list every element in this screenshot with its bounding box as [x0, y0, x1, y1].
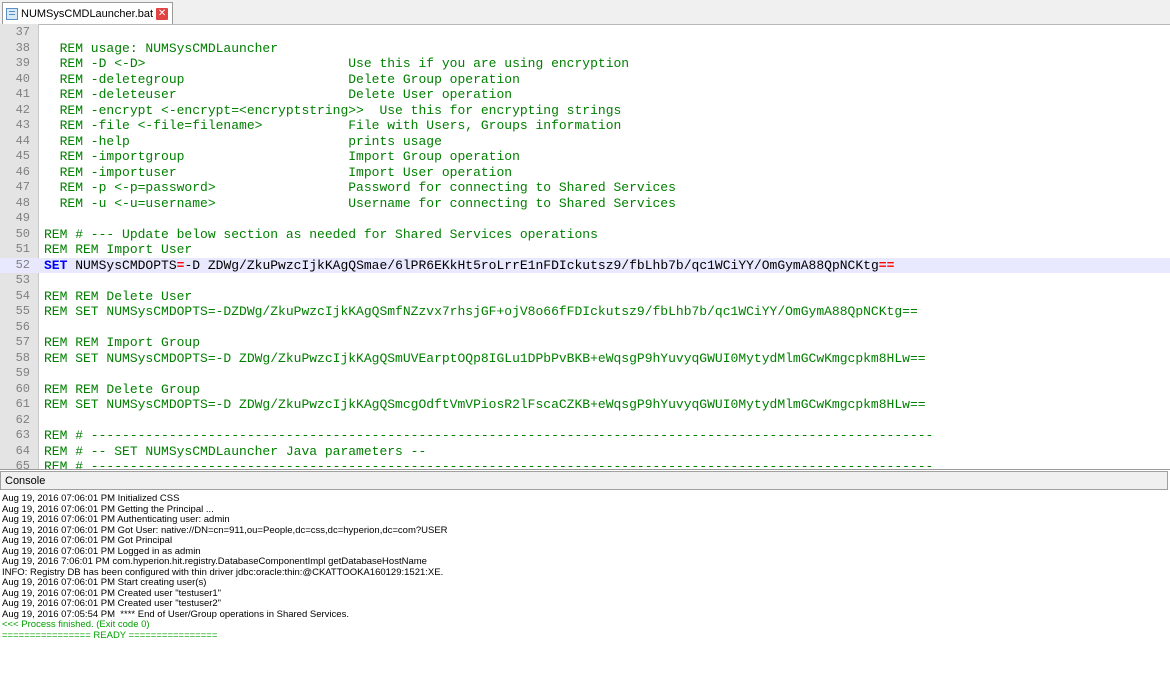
code-line[interactable]: 57 REM REM Import Group — [0, 335, 1170, 351]
line-number: 48 — [15, 195, 30, 210]
console-log-line: Aug 19, 2016 07:06:01 PM Got Principal — [2, 535, 173, 546]
console-log-line: Aug 19, 2016 07:06:01 PM Authenticating … — [2, 514, 230, 525]
console-log-line: Aug 19, 2016 07:06:01 PM Created user "t… — [2, 598, 222, 609]
code-line[interactable]: 45 REM -importgroup Import Group operati… — [0, 149, 1170, 165]
line-number: 53 — [15, 273, 30, 287]
close-tab-icon[interactable]: ✕ — [156, 7, 169, 20]
code-line[interactable]: 41 REM -deleteuser Delete User operation — [0, 87, 1170, 103]
code-text: REM -importgroup Import Group operation — [44, 149, 520, 164]
code-line[interactable]: 58 REM SET NUMSysCMDOPTS=-D ZDWg/ZkuPwzcI… — [0, 351, 1170, 367]
code-line[interactable]: 63 REM # --------------------------------… — [0, 428, 1170, 444]
code-line[interactable]: 49 — [0, 211, 1170, 227]
code-line[interactable]: 60 REM REM Delete Group — [0, 382, 1170, 398]
file-tab[interactable]: NUMSysCMDLauncher.bat ✕ — [2, 2, 174, 24]
code-text: REM REM Import Group — [44, 335, 201, 350]
code-text: REM REM Delete User — [44, 288, 193, 304]
code-line[interactable]: 46 REM -importuser Import User operation — [0, 165, 1170, 181]
console-log-line: Aug 19, 2016 07:06:01 PM Initialized CSS — [2, 493, 180, 504]
line-number: 40 — [15, 71, 30, 86]
code-text: REM usage: NUMSysCMDLauncher — [44, 40, 279, 56]
code-line[interactable]: 64 REM # -- SET NUMSysCMDLauncher Java pa… — [0, 444, 1170, 460]
console-log-line: Aug 19, 2016 7:06:01 PM com.hyperion.hit… — [2, 556, 427, 567]
code-line[interactable]: 53 — [0, 273, 1170, 289]
line-number: 56 — [15, 319, 30, 334]
code-text: REM # -- SET NUMSysCMDLauncher Java para… — [44, 443, 427, 459]
line-number: 43 — [15, 118, 30, 132]
line-number: 60 — [15, 381, 30, 396]
code-text: REM -u <-u=username> Username for connec… — [44, 195, 676, 211]
file-tab-label: NUMSysCMDLauncher.bat — [21, 7, 154, 20]
code-text: REM # --- Update below section as needed… — [44, 226, 598, 242]
code-line[interactable]: 37 — [0, 25, 1170, 41]
code-text: REM REM Import User — [44, 242, 193, 257]
line-number: 62 — [15, 412, 30, 427]
code-line[interactable]: 59 — [0, 366, 1170, 382]
line-number: 41 — [15, 87, 30, 101]
line-number: 51 — [15, 242, 30, 256]
line-number: 45 — [15, 149, 30, 163]
code-line[interactable]: 50 REM # --- Update below section as need… — [0, 227, 1170, 243]
code-text: REM -help prints usage — [44, 133, 442, 149]
line-number: 50 — [15, 226, 30, 241]
code-text: REM -importuser Import User operation — [44, 164, 513, 180]
code-line[interactable]: 65 REM # --------------------------------… — [0, 459, 1170, 470]
code-text: REM -D <-D> Use this if you are using en… — [44, 56, 630, 71]
code-text: REM -file <-file=filename> File with Use… — [44, 118, 622, 133]
code-editor[interactable]: 37 38 REM usage: NUMSysCMDLauncher 39 REM … — [0, 24, 1170, 470]
line-number: 57 — [15, 335, 30, 349]
line-number: 42 — [15, 102, 30, 117]
code-line[interactable]: 47 REM -p <-p=password> Password for con… — [0, 180, 1170, 196]
line-number: 46 — [15, 164, 30, 179]
line-number: 47 — [15, 180, 30, 194]
code-line[interactable]: 54 REM REM Delete User — [0, 289, 1170, 305]
code-line[interactable]: 40 REM -deletegroup Delete Group operati… — [0, 72, 1170, 88]
line-number: 49 — [15, 211, 30, 225]
code-line[interactable]: 42 REM -encrypt <-encrypt=<encryptstring… — [0, 103, 1170, 119]
line-number: 58 — [15, 350, 30, 365]
tab-bar: NUMSysCMDLauncher.bat ✕ — [0, 0, 1170, 25]
code-line[interactable]: 56 — [0, 320, 1170, 336]
code-text: REM -deleteuser Delete User operation — [44, 87, 513, 102]
code-text: REM SET NUMSysCMDOPTS=-DZDWg/ZkuPwzcIjkK… — [44, 304, 918, 319]
console-log-line: Aug 19, 2016 07:06:01 PM Start creating … — [2, 577, 207, 588]
code-line[interactable]: 39 REM -D <-D> Use this if you are using… — [0, 56, 1170, 72]
code-line[interactable]: 62 — [0, 413, 1170, 429]
code-text: REM # ----------------------------------… — [44, 428, 934, 443]
line-number: 63 — [15, 428, 30, 442]
code-line[interactable]: 51 REM REM Import User — [0, 242, 1170, 258]
code-line[interactable]: 44 REM -help prints usage — [0, 134, 1170, 150]
line-number: 52 — [15, 257, 30, 272]
file-icon — [6, 7, 18, 20]
code-text: REM -p <-p=password> Password for connec… — [44, 180, 676, 195]
code-line[interactable]: 52 SET NUMSysCMDOPTS=-D ZDWg/ZkuPwzcIjkKA… — [0, 257, 1170, 273]
line-number: 44 — [15, 133, 30, 148]
console-status-line: <<< Process finished. (Exit code 0) — [2, 619, 150, 630]
code-text: REM REM Delete Group — [44, 381, 201, 397]
line-number: 61 — [15, 397, 30, 411]
code-text: SET NUMSysCMDOPTS=-D ZDWg/ZkuPwzcIjkKAgQ… — [44, 257, 895, 273]
console-output[interactable]: Aug 19, 2016 07:06:01 PM Initialized CSS… — [0, 491, 1170, 682]
console-panel-header: Console — [0, 471, 1168, 490]
code-text: REM SET NUMSysCMDOPTS=-D ZDWg/ZkuPwzcIjk… — [44, 350, 926, 366]
line-number: 54 — [15, 288, 30, 303]
line-number: 65 — [15, 459, 30, 470]
code-line[interactable]: 55 REM SET NUMSysCMDOPTS=-DZDWg/ZkuPwzcIj… — [0, 304, 1170, 320]
code-line[interactable]: 38 REM usage: NUMSysCMDLauncher — [0, 41, 1170, 57]
line-number: 64 — [15, 443, 30, 458]
code-text: REM -deletegroup Delete Group operation — [44, 71, 520, 87]
console-status-line: ================ READY ================ — [2, 629, 218, 641]
code-text: REM SET NUMSysCMDOPTS=-D ZDWg/ZkuPwzcIjk… — [44, 397, 926, 412]
line-number: 38 — [15, 40, 30, 55]
code-line[interactable]: 48 REM -u <-u=username> Username for con… — [0, 196, 1170, 212]
line-number: 39 — [15, 56, 30, 70]
line-number: 37 — [15, 25, 30, 39]
code-text: REM -encrypt <-encrypt=<encryptstring>> … — [44, 102, 622, 118]
line-number: 55 — [15, 304, 30, 318]
line-number: 59 — [15, 366, 30, 380]
code-text: REM # ----------------------------------… — [44, 459, 934, 470]
code-line[interactable]: 61 REM SET NUMSysCMDOPTS=-D ZDWg/ZkuPwzcI… — [0, 397, 1170, 413]
code-line[interactable]: 43 REM -file <-file=filename> File with … — [0, 118, 1170, 134]
